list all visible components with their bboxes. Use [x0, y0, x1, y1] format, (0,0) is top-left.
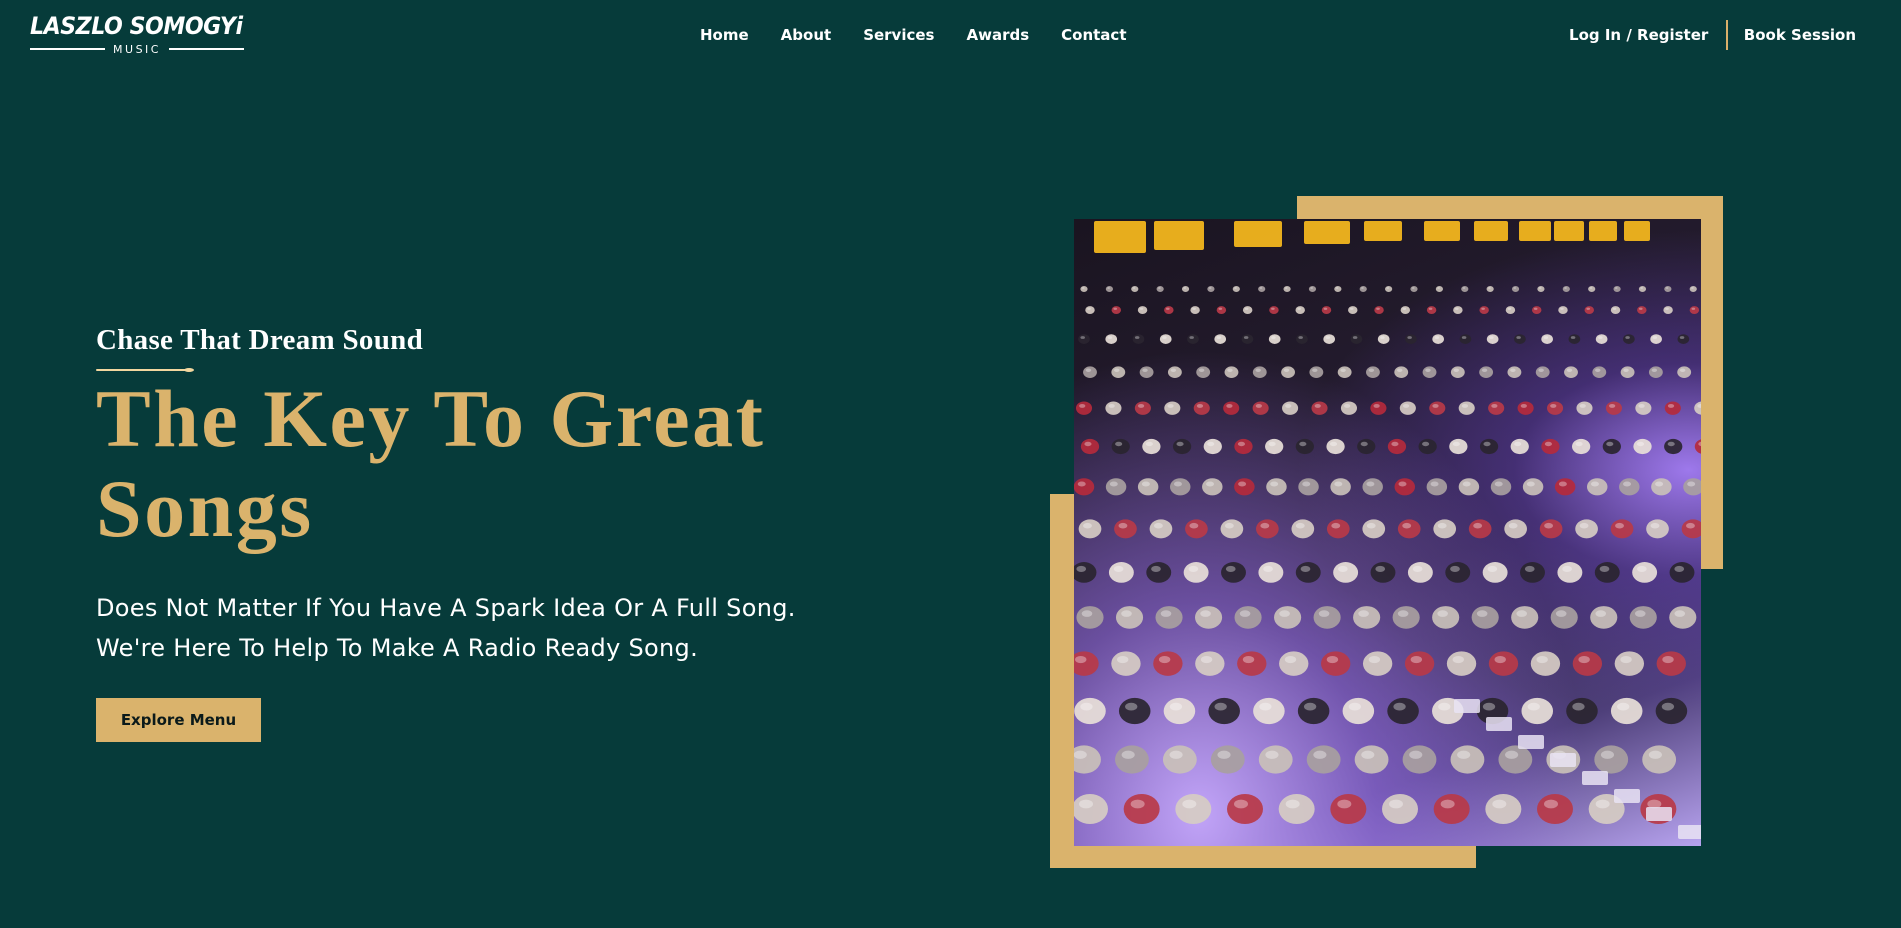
brand-sub: MUSIC [113, 42, 161, 56]
header-actions: Log In / Register Book Session [1569, 20, 1856, 50]
hero-description: Does Not Matter If You Have A Spark Idea… [96, 588, 916, 668]
hero-tagline: Chase That Dream Sound [96, 324, 424, 356]
tagline-underline [96, 368, 196, 372]
nav-about[interactable]: About [781, 24, 832, 46]
nav-awards[interactable]: Awards [966, 24, 1029, 46]
nav-contact[interactable]: Contact [1061, 24, 1126, 46]
hero-headline: The Key To Great Songs [96, 373, 766, 554]
explore-menu-button[interactable]: Explore Menu [96, 698, 261, 742]
hero-description-line-2: We're Here To Help To Make A Radio Ready… [96, 634, 698, 662]
site-header: LASZLO SOMOGYi MUSIC Home About Services… [0, 0, 1901, 70]
nav-services[interactable]: Services [863, 24, 934, 46]
hero-text: Chase That Dream Sound The Key To Great … [96, 322, 996, 742]
brand-logo[interactable]: LASZLO SOMOGYi MUSIC [30, 12, 245, 56]
nav-home[interactable]: Home [700, 24, 749, 46]
mixing-console-illustration [1074, 221, 1701, 839]
brand-name: LASZLO SOMOGYi [30, 12, 243, 40]
mixing-console-photo [1074, 219, 1701, 846]
main-nav: Home About Services Awards Contact [700, 24, 1127, 46]
header-divider [1726, 20, 1728, 50]
logo-rule-right [168, 48, 245, 50]
login-register-link[interactable]: Log In / Register [1569, 24, 1708, 46]
book-session-link[interactable]: Book Session [1744, 24, 1856, 46]
hero-description-line-1: Does Not Matter If You Have A Spark Idea… [96, 594, 796, 622]
logo-rule-left [30, 48, 106, 50]
brand-sub-wrap: MUSIC [30, 42, 245, 56]
